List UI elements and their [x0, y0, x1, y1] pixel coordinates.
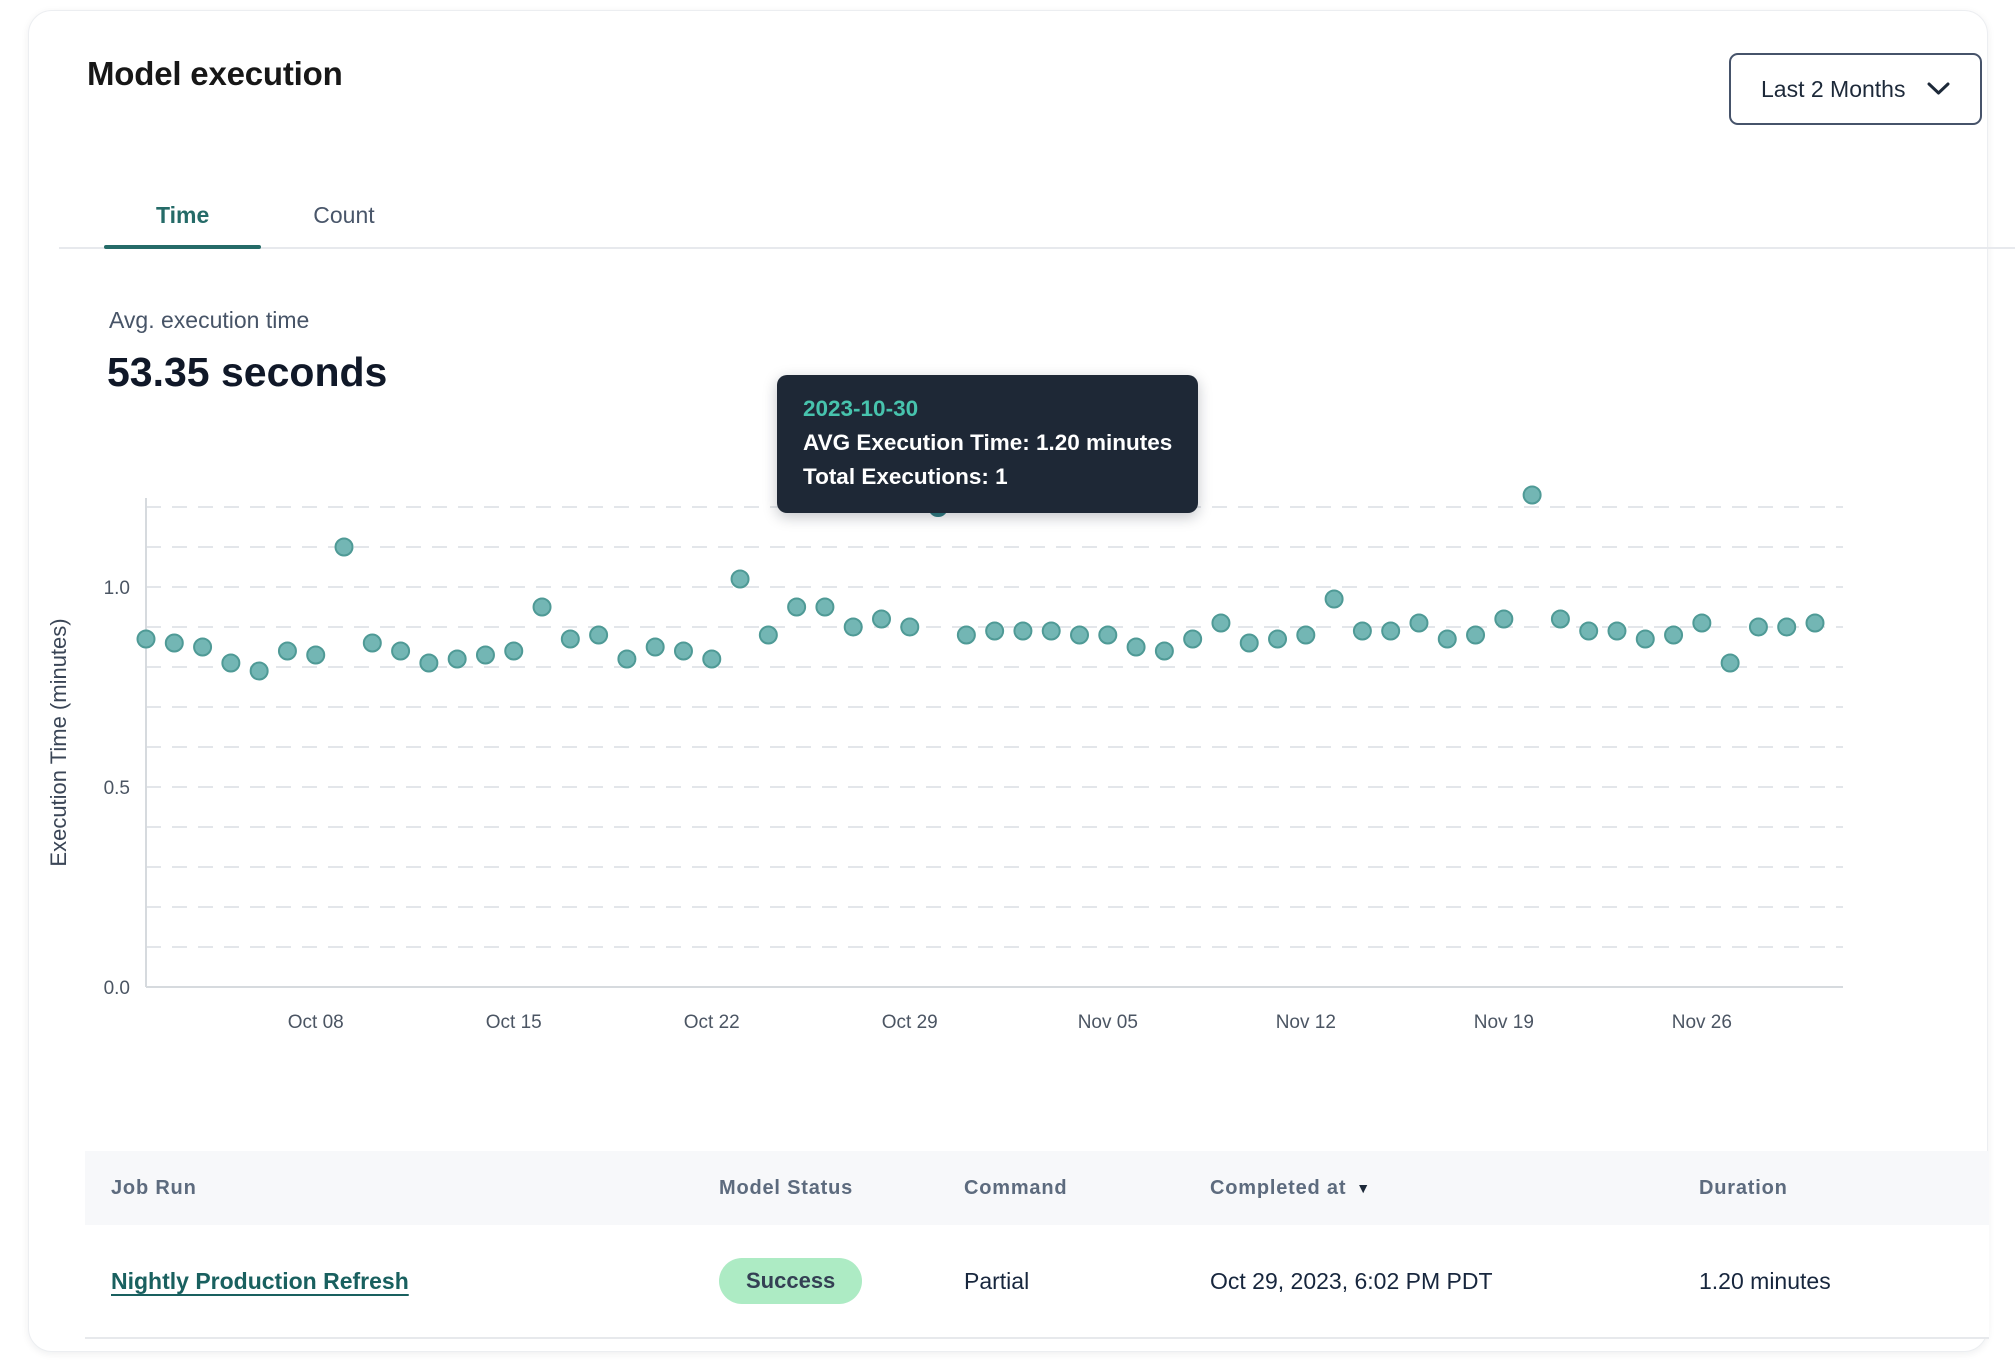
avg-execution-time-label: Avg. execution time	[109, 307, 309, 334]
column-header-completed-at[interactable]: Completed at ▼	[1210, 1177, 1699, 1200]
tab-count[interactable]: Count	[261, 183, 426, 247]
job-run-link[interactable]: Nightly Production Refresh	[111, 1268, 409, 1295]
sort-descending-icon: ▼	[1356, 1180, 1371, 1196]
model-execution-page: Model execution Last 2 Months Time Count…	[0, 0, 2016, 1372]
tab-time[interactable]: Time	[104, 183, 261, 247]
page-title: Model execution	[87, 55, 343, 93]
table-header: Job Run Model Status Command Completed a…	[85, 1151, 1989, 1225]
tooltip-avg-execution-time: AVG Execution Time: 1.20 minutes	[803, 426, 1172, 460]
date-range-value: Last 2 Months	[1761, 76, 1905, 103]
tooltip-date: 2023-10-30	[803, 392, 1172, 426]
status-badge: Success	[719, 1258, 862, 1304]
command-cell: Partial	[964, 1268, 1210, 1295]
column-header-command[interactable]: Command	[964, 1177, 1210, 1200]
chevron-down-icon	[1927, 82, 1950, 96]
column-header-job-run[interactable]: Job Run	[111, 1177, 719, 1200]
date-range-dropdown[interactable]: Last 2 Months	[1729, 53, 1982, 125]
column-header-model-status[interactable]: Model Status	[719, 1177, 964, 1200]
duration-cell: 1.20 minutes	[1699, 1268, 1989, 1295]
tooltip-total-executions: Total Executions: 1	[803, 460, 1172, 494]
tab-bar: Time Count	[59, 183, 2015, 249]
table-row: Nightly Production Refresh Success Parti…	[85, 1225, 1989, 1339]
chart-tooltip: 2023-10-30 AVG Execution Time: 1.20 minu…	[777, 375, 1198, 513]
avg-execution-time-value: 53.35 seconds	[107, 349, 387, 396]
completed-at-cell: Oct 29, 2023, 6:02 PM PDT	[1210, 1268, 1699, 1295]
column-header-duration[interactable]: Duration	[1699, 1177, 1989, 1200]
model-execution-card: Model execution Last 2 Months Time Count…	[28, 10, 1988, 1352]
